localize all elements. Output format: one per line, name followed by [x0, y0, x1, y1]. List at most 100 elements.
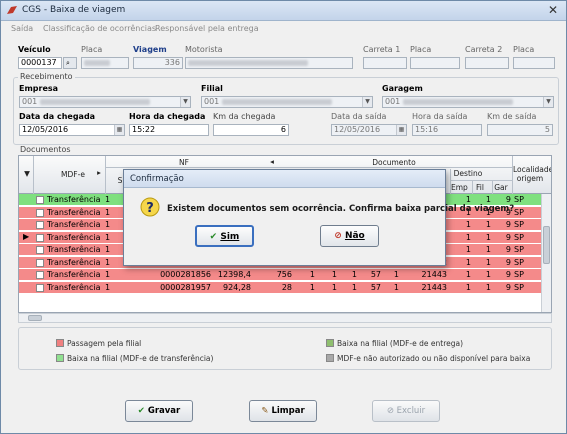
- row-checkbox[interactable]: [36, 246, 44, 254]
- cell-uf: SP: [514, 257, 524, 267]
- cell-fil: 1: [485, 232, 491, 242]
- cell-fil: 1: [485, 257, 491, 267]
- empresa-select[interactable]: 001 ▼: [19, 96, 191, 108]
- cell-valor: 12398,4: [217, 270, 251, 279]
- menu-responsavel[interactable]: Responsável pela entrega: [155, 24, 259, 33]
- garagem-value: 001: [385, 97, 401, 106]
- km-saida-label: Km de saída: [487, 112, 537, 121]
- nao-button[interactable]: ⊘ Não: [320, 225, 379, 247]
- question-icon: ?: [140, 197, 160, 217]
- close-icon[interactable]: ✕: [546, 3, 560, 17]
- cell-e: 1: [393, 282, 399, 292]
- table-row[interactable]: Transferência 1 0000281856 12398,4 756 1 1 1 57 1…: [19, 269, 551, 281]
- cell-cte: 21443: [421, 282, 447, 292]
- carreta1-field: [363, 57, 407, 69]
- cell-qtd: 756: [276, 270, 292, 279]
- header-fil[interactable]: Fil: [473, 183, 487, 192]
- vertical-scrollbar[interactable]: [541, 194, 551, 312]
- cell-gar: 9: [505, 282, 511, 292]
- table-row[interactable]: Transferência 1 0000281957 924,28 28 1 1 1 57 1 21…: [19, 281, 551, 294]
- cell-a: 1: [309, 270, 315, 279]
- calendar-icon: ▦: [396, 125, 406, 135]
- row-checkbox[interactable]: [36, 283, 44, 292]
- limpar-button[interactable]: ✎ Limpar: [249, 400, 317, 422]
- title-bar: CGS - Baixa de viagem ✕: [1, 1, 566, 21]
- gravar-button[interactable]: ✔ Gravar: [125, 400, 193, 422]
- excluir-label: Excluir: [396, 406, 426, 416]
- header-nf[interactable]: NF: [169, 158, 199, 167]
- window-title: CGS - Baixa de viagem: [22, 5, 126, 15]
- cell-emp: 1: [465, 232, 471, 242]
- header-mdfe[interactable]: MDF-e: [53, 170, 93, 179]
- carreta2-label: Carreta 2: [465, 45, 503, 54]
- row-checkbox[interactable]: [36, 196, 44, 204]
- veiculo-label: Veículo: [18, 45, 51, 54]
- garagem-select[interactable]: 001 ▼: [382, 96, 554, 108]
- main-window: CGS - Baixa de viagem ✕ Saída Classifica…: [0, 0, 567, 434]
- legend-swatch-gray: [326, 354, 334, 362]
- cell-c: 1: [351, 282, 357, 292]
- calendar-icon[interactable]: ▦: [114, 125, 124, 135]
- row-checkbox[interactable]: [36, 271, 44, 279]
- header-destino[interactable]: Destino: [453, 169, 483, 178]
- dialog-title-bar: Confirmação: [124, 170, 445, 188]
- empresa-value: 001: [22, 97, 38, 106]
- cell-fil: 1: [485, 220, 491, 229]
- row-checkbox[interactable]: [36, 233, 44, 242]
- cell-emp: 1: [465, 282, 471, 292]
- veiculo-input[interactable]: 0000137: [18, 57, 62, 69]
- data-chegada-input[interactable]: 12/05/2016 ▦: [19, 124, 125, 136]
- collapse-left-icon[interactable]: ◂: [267, 157, 277, 166]
- cell-valor: 924,28: [223, 282, 251, 292]
- expand-right-icon[interactable]: ▸: [94, 168, 104, 177]
- dialog-title: Confirmação: [130, 174, 184, 184]
- cell-uf: SP: [514, 207, 524, 217]
- scroll-thumb[interactable]: [543, 226, 550, 264]
- menu-classificacao[interactable]: Classificação de ocorrências: [43, 24, 156, 33]
- cell-n: 1: [105, 257, 111, 267]
- legend-label-1: Passagem pela filial: [67, 339, 142, 348]
- header-emp[interactable]: Emp: [451, 183, 468, 192]
- gravar-label: Gravar: [147, 406, 181, 416]
- hora-chegada-input[interactable]: 15:22: [129, 124, 209, 136]
- km-chegada-input[interactable]: 6: [213, 124, 289, 136]
- cell-n: 1: [105, 232, 111, 242]
- cell-fil: 1: [485, 245, 491, 254]
- horizontal-scrollbar[interactable]: [18, 313, 552, 323]
- cell-n: 1: [105, 220, 111, 229]
- motorista-field: [185, 57, 353, 69]
- documentos-group-title: Documentos: [18, 145, 73, 154]
- header-gar[interactable]: Gar: [494, 183, 508, 192]
- current-row-icon: ▶: [23, 231, 30, 241]
- menu-bar: Saída Classificação de ocorrências Respo…: [2, 22, 565, 36]
- cell-d: 57: [370, 282, 381, 292]
- cell-uf: SP: [514, 232, 524, 242]
- placa-label: Placa: [81, 45, 103, 54]
- viagem-field: 336: [133, 57, 183, 69]
- row-checkbox[interactable]: [36, 208, 44, 217]
- header-localidade[interactable]: Localidade origem: [513, 165, 551, 183]
- legend-label-4: MDF-e não autorizado ou não disponível p…: [337, 354, 531, 363]
- carreta1-label: Carreta 1: [363, 45, 401, 54]
- cell-uf: SP: [514, 270, 524, 279]
- row-checkbox[interactable]: [36, 258, 44, 267]
- cell-n: 1: [105, 270, 111, 279]
- cell-gar: 9: [505, 195, 511, 204]
- excluir-button[interactable]: ⊘ Excluir: [372, 400, 440, 422]
- cell-fil: 1: [485, 282, 491, 292]
- garagem-label: Garagem: [382, 84, 423, 93]
- sim-button[interactable]: ✔ Sim: [195, 225, 254, 247]
- cell-n: 1: [105, 282, 111, 292]
- filial-label: Filial: [201, 84, 223, 93]
- hscroll-thumb[interactable]: [28, 315, 42, 321]
- cell-e: 1: [393, 270, 399, 279]
- filial-select[interactable]: 001 ▼: [201, 96, 373, 108]
- header-documento[interactable]: Documento: [364, 158, 424, 167]
- cell-d: 57: [370, 270, 381, 279]
- km-saida-field: 5: [487, 124, 553, 136]
- row-checkbox[interactable]: [36, 221, 44, 229]
- cell-emp: 1: [465, 257, 471, 267]
- veiculo-search-button[interactable]: ⌕: [63, 57, 77, 69]
- menu-saida[interactable]: Saída: [11, 24, 33, 33]
- placa3-field: [513, 57, 555, 69]
